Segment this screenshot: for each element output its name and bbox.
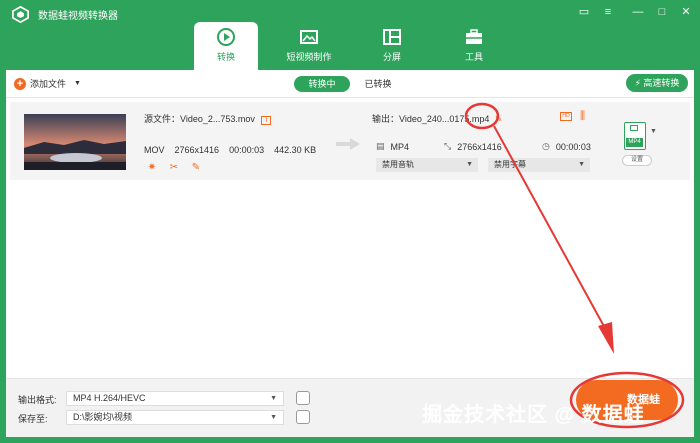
folder-icon[interactable] xyxy=(296,410,310,424)
edit-icon[interactable]: ✎ xyxy=(190,162,202,174)
chevron-down-icon[interactable]: ▼ xyxy=(650,128,657,135)
chevron-down-icon[interactable]: ▼ xyxy=(74,80,81,87)
source-format: MOV xyxy=(144,145,165,155)
close-icon[interactable]: ✕ xyxy=(678,4,694,20)
toolbox-icon xyxy=(466,29,482,44)
hd-icon[interactable]: HD xyxy=(560,112,572,121)
lightning-icon: ⚡ xyxy=(634,78,641,88)
tab-short-video[interactable]: 短视频制作 xyxy=(277,22,341,70)
add-file-button[interactable]: + 添加文件 ▼ xyxy=(14,77,81,90)
save-to-label: 保存至: xyxy=(18,414,48,424)
chevron-down-icon: ▼ xyxy=(270,414,277,421)
watermark-text: 掘金技术社区 @ 数据蛙 xyxy=(422,404,645,426)
tab-tools[interactable]: 工具 xyxy=(442,22,506,70)
fast-convert-label: 高速转换 xyxy=(643,78,680,88)
output-format-select[interactable]: MP4 H.264/HEVC ▼ xyxy=(66,391,284,406)
output-format-label: 输出格式: xyxy=(18,395,57,405)
source-file: 源文件：Video_2...753.mov i xyxy=(144,112,272,125)
save-path-select[interactable]: D:\影婉均\视频 ▼ xyxy=(66,410,284,425)
feedback-icon[interactable]: ▭ xyxy=(576,4,592,20)
tab-label: 工具 xyxy=(464,52,483,62)
audio-track-select[interactable]: 禁用音轨 ▼ xyxy=(376,158,478,172)
convert-arrow-icon xyxy=(336,138,360,150)
output-format-info: ▤ MP4 xyxy=(376,141,409,152)
info-icon[interactable]: i xyxy=(261,116,272,125)
add-file-label: 添加文件 xyxy=(30,79,67,89)
split-icon[interactable]: ⫼ xyxy=(580,110,585,123)
enhance-icon[interactable]: ✷ xyxy=(146,162,158,174)
chevron-down-icon: ▼ xyxy=(270,395,277,402)
app-logo-icon xyxy=(12,6,29,23)
chevron-down-icon: ▼ xyxy=(578,161,585,168)
tab-label: 转换 xyxy=(216,52,235,62)
title-bar: 数据蛙视频转换器 ▭ ≡ — □ ✕ 转换 短视频制作 分屏 工具 xyxy=(0,0,700,70)
film-strip-icon: ▤ xyxy=(376,141,385,151)
convert-icon xyxy=(217,28,235,46)
minimize-icon[interactable]: — xyxy=(630,4,646,20)
maximize-icon[interactable]: □ xyxy=(654,4,670,20)
source-filename: Video_2...753.mov xyxy=(180,114,255,124)
fast-convert-button[interactable]: ⚡ 高速转换 xyxy=(626,74,688,92)
sub-toolbar: + 添加文件 ▼ 转换中 已转换 ⚡ 高速转换 xyxy=(6,70,694,98)
tab-label: 分屏 xyxy=(382,52,401,62)
output-duration: 00:00:03 xyxy=(555,141,591,152)
format-settings-icon[interactable] xyxy=(296,391,310,405)
resize-icon: ⤡ xyxy=(444,141,452,151)
format-badge-label: MP4 xyxy=(626,138,643,147)
tab-label: 短视频制作 xyxy=(286,52,332,62)
tab-converting[interactable]: 转换中 xyxy=(294,76,350,92)
chevron-down-icon: ▼ xyxy=(466,161,473,168)
source-duration: 00:00:03 xyxy=(229,145,265,155)
settings-button[interactable]: 设置 xyxy=(622,155,652,166)
video-thumbnail xyxy=(24,114,126,170)
source-size: 442.30 KB xyxy=(274,145,317,155)
app-title: 数据蛙视频转换器 xyxy=(38,11,118,22)
film-icon xyxy=(300,30,318,44)
output-resolution-info: ⤡ 2766x1416 xyxy=(444,141,502,152)
output-label: 输出： xyxy=(372,114,400,124)
subtitle-select[interactable]: 禁用字幕 ▼ xyxy=(488,158,590,172)
tab-split-screen[interactable]: 分屏 xyxy=(360,22,424,70)
output-resolution: 2766x1416 xyxy=(457,141,502,152)
output-format: MP4 xyxy=(390,141,410,152)
split-screen-icon xyxy=(383,29,401,45)
clock-icon: ◷ xyxy=(542,141,550,151)
menu-icon[interactable]: ≡ xyxy=(600,4,616,20)
save-path-value: D:\影婉均\视频 xyxy=(73,412,133,422)
output-format-badge[interactable]: MP4 xyxy=(624,122,646,150)
source-label: 源文件： xyxy=(144,114,181,124)
source-resolution: 2766x1416 xyxy=(174,145,220,155)
tab-converted[interactable]: 已转换 xyxy=(358,76,398,92)
output-filename: Video_240...0175. xyxy=(399,114,472,124)
cut-icon[interactable]: ✂ xyxy=(168,162,180,174)
file-list-item[interactable]: 源文件：Video_2...753.mov i MOV 2766x1416 00… xyxy=(10,102,690,180)
audio-track-value: 禁用音轨 xyxy=(382,160,414,169)
subtitle-value: 禁用字幕 xyxy=(494,160,526,169)
output-file: 输出：Video_240...0175.mp4 ✎ xyxy=(372,112,503,125)
output-extension: mp4 xyxy=(471,114,490,124)
source-meta: MOV 2766x1416 00:00:03 442.30 KB xyxy=(144,145,316,155)
plus-icon: + xyxy=(14,77,26,90)
rename-icon[interactable]: ✎ xyxy=(495,114,503,124)
tab-convert[interactable]: 转换 xyxy=(194,22,258,70)
output-duration-info: ◷ 00:00:03 xyxy=(542,141,591,152)
output-format-value: MP4 H.264/HEVC xyxy=(73,393,146,403)
video-file-icon xyxy=(630,125,638,131)
